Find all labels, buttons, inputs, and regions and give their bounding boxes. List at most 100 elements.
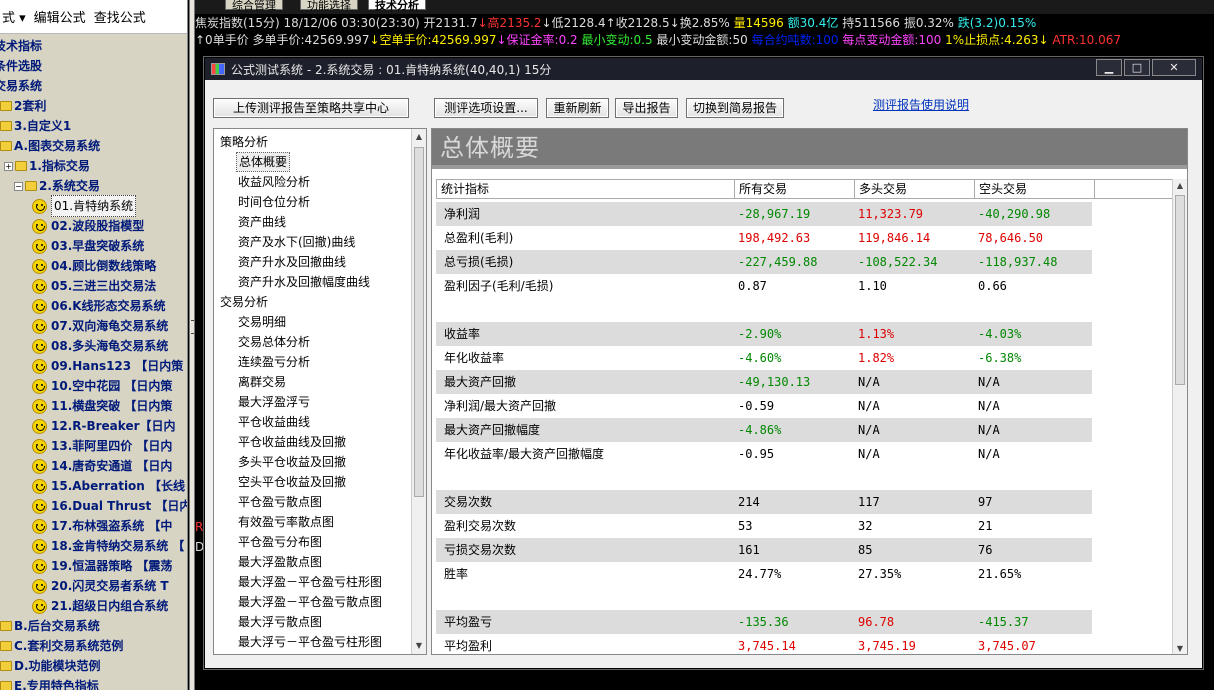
nav-item[interactable]: 交易总体分析 xyxy=(238,332,310,352)
formula-tree-item[interactable]: 14.唐奇安通道 【日内 xyxy=(32,456,172,476)
scroll-up-icon[interactable]: ▲ xyxy=(1175,181,1185,191)
close-button[interactable]: ✕ xyxy=(1152,59,1196,76)
quote-field: 每点变动金额:100 xyxy=(838,33,942,47)
formula-tree-label: 10.空中花园 【日内策 xyxy=(51,379,173,393)
upload-report-button[interactable]: 上传测评报告至策略共享中心 xyxy=(213,98,409,118)
formula-menu-item[interactable]: 查找公式 xyxy=(94,7,146,26)
formula-tree-item[interactable]: 19.恒温器策略 【震荡 xyxy=(32,556,172,576)
formula-tree-item[interactable]: 技术指标 xyxy=(0,36,42,56)
minimize-button[interactable]: ▁ xyxy=(1096,59,1122,76)
nav-item[interactable]: 交易明细 xyxy=(238,312,286,332)
nav-item[interactable]: 资产及水下(回撤)曲线 xyxy=(238,232,355,252)
formula-tree-item[interactable]: 10.空中花园 【日内策 xyxy=(32,376,172,396)
formula-tree-item[interactable]: 12.R-Breaker【日内 xyxy=(32,416,176,436)
formula-tree-item[interactable]: 03.早盘突破系统 xyxy=(32,236,144,256)
nav-item[interactable]: 最大浮盈浮亏 xyxy=(238,392,310,412)
nav-item[interactable]: 收益风险分析 xyxy=(238,172,310,192)
formula-tree-item[interactable]: 05.三进三出交易法 xyxy=(32,276,156,296)
formula-tree-item[interactable]: 02.波段股指模型 xyxy=(32,216,144,236)
nav-item[interactable]: 连续盈亏分析 xyxy=(238,352,310,372)
formula-tree-item[interactable]: 15.Aberration 【长线 xyxy=(32,476,185,496)
header-metric[interactable]: 统计指标 xyxy=(437,180,735,198)
nav-group-header[interactable]: 交易分析 xyxy=(220,292,268,312)
report-scroll-thumb[interactable] xyxy=(1175,195,1185,385)
formula-tree-item[interactable]: 3.自定义1 xyxy=(0,116,71,136)
collapse-icon[interactable]: − xyxy=(14,181,23,191)
nav-scroll-thumb[interactable] xyxy=(414,147,424,497)
formula-tree-label: D.功能模块范例 xyxy=(14,659,101,673)
formula-tree-item[interactable]: A.图表交易系统 xyxy=(0,136,100,156)
nav-item[interactable]: 平仓收益曲线及回撤 xyxy=(238,432,346,452)
formula-menu-item[interactable]: 编辑公式 xyxy=(34,7,86,26)
nav-item[interactable]: 最大浮亏散点图 xyxy=(238,612,322,632)
formula-tree-item[interactable]: 16.Dual Thrust 【日内 xyxy=(32,496,187,516)
formula-tree-item[interactable]: 09.Hans123 【日内策 xyxy=(32,356,183,376)
switch-simple-report-button[interactable]: 切换到简易报告 xyxy=(686,98,784,118)
maximize-button[interactable]: □ xyxy=(1124,59,1150,76)
nav-item[interactable]: 资产升水及回撤幅度曲线 xyxy=(238,272,370,292)
scroll-down-icon[interactable]: ▼ xyxy=(414,641,424,651)
nav-item[interactable]: 时间仓位分析 xyxy=(238,192,310,212)
quote-field: ↑收2128.5 xyxy=(605,16,670,30)
scroll-up-icon[interactable]: ▲ xyxy=(414,132,424,142)
report-help-link[interactable]: 测评报告使用说明 xyxy=(873,96,969,113)
nav-scrollbar[interactable]: ▲ ▼ xyxy=(411,129,426,654)
nav-item[interactable]: 最大浮盈散点图 xyxy=(238,552,322,572)
nav-item[interactable]: 最大浮亏－平仓盈亏柱形图 xyxy=(238,632,382,652)
nav-item[interactable]: 空头平仓收益及回撤 xyxy=(238,472,346,492)
formula-tree-item[interactable]: 08.多头海龟交易系统 xyxy=(32,336,168,356)
top-tab-2[interactable]: 技术分析 xyxy=(368,0,426,12)
formula-tree-item[interactable]: 07.双向海龟交易系统 xyxy=(32,316,168,336)
table-row: 总亏损(毛损) -227,459.88 -108,522.34 -118,937.48 xyxy=(436,250,1092,274)
refresh-button[interactable]: 重新刷新 xyxy=(546,98,609,118)
formula-tree-item[interactable]: 2套利 xyxy=(0,96,46,116)
header-short-trades[interactable]: 空头交易 xyxy=(975,180,1095,198)
scroll-down-icon[interactable]: ▼ xyxy=(1175,644,1185,654)
header-long-trades[interactable]: 多头交易 xyxy=(855,180,975,198)
formula-tree-item[interactable]: 21.超级日内组合系统 xyxy=(32,596,168,616)
metric-label: 收益率 xyxy=(444,327,481,341)
top-tab-0[interactable]: 综合管理 xyxy=(225,0,283,12)
formula-tree-label: C.套利交易系统范例 xyxy=(14,639,124,653)
nav-item[interactable]: 多头平仓收益及回撤 xyxy=(238,452,346,472)
nav-item[interactable]: 有效盈亏率散点图 xyxy=(238,512,334,532)
formula-tree-item[interactable]: 17.布林强盗系统 【中 xyxy=(32,516,172,536)
metric-label: 最大资产回撤 xyxy=(444,375,517,389)
nav-item[interactable]: 总体概要 xyxy=(236,152,291,172)
formula-tree-item[interactable]: 13.菲阿里四价 【日内 xyxy=(32,436,172,456)
nav-item[interactable]: 资产升水及回撤曲线 xyxy=(238,252,346,272)
expand-icon[interactable]: + xyxy=(4,161,13,171)
metric-value: -0.59 xyxy=(738,399,775,413)
nav-group-header[interactable]: 策略分析 xyxy=(220,132,268,152)
formula-tree-item[interactable]: 20.闪灵交易者系统 T xyxy=(32,576,169,596)
formula-tree-item[interactable]: D.功能模块范例 xyxy=(0,656,101,676)
system-smiley-icon xyxy=(32,378,47,394)
top-tab-1[interactable]: 功能选择 xyxy=(300,0,358,12)
export-report-button[interactable]: 导出报告 xyxy=(615,98,678,118)
formula-tree-item[interactable]: 01.肯特纳系统 xyxy=(32,195,137,217)
formula-tree-item[interactable]: 11.横盘突破 【日内策 xyxy=(32,396,172,416)
formula-tree-item[interactable]: C.套利交易系统范例 xyxy=(0,636,123,656)
nav-item[interactable]: 平仓盈亏散点图 xyxy=(238,492,322,512)
formula-tree-item[interactable]: +1.指标交易 xyxy=(4,156,90,176)
formula-tree-item[interactable]: 条件选股 xyxy=(0,56,42,76)
nav-item[interactable]: 离群交易 xyxy=(238,372,286,392)
report-scrollbar[interactable]: ▲ ▼ xyxy=(1172,179,1187,654)
formula-tree-item[interactable]: − 2.系统交易 xyxy=(14,176,100,196)
test-options-button[interactable]: 测评选项设置... xyxy=(434,98,538,118)
formula-tree-item[interactable]: 18.金肯特纳交易系统 【 xyxy=(32,536,184,556)
formula-menu-item[interactable]: 式 ▾ xyxy=(2,7,26,26)
nav-item[interactable]: 最大浮盈－平仓盈亏散点图 xyxy=(238,592,382,612)
formula-tree-item[interactable]: 04.顾比倒数线策略 xyxy=(32,256,156,276)
nav-item[interactable]: 资产曲线 xyxy=(238,212,286,232)
table-row: 净利润 -28,967.19 11,323.79 -40,290.98 xyxy=(436,202,1092,226)
nav-item[interactable]: 平仓盈亏分布图 xyxy=(238,532,322,552)
nav-item[interactable]: 最大浮盈－平仓盈亏柱形图 xyxy=(238,572,382,592)
formula-tree-item[interactable]: E.专用特色指标 xyxy=(0,676,99,690)
dialog-titlebar[interactable]: 公式测试系统 - 2.系统交易 : 01.肯特纳系统(40,40,1) 15分 … xyxy=(205,58,1202,80)
formula-tree-item[interactable]: 06.K线形态交易系统 xyxy=(32,296,166,316)
formula-tree-item[interactable]: 交易系统 xyxy=(0,76,42,96)
nav-item[interactable]: 平仓收益曲线 xyxy=(238,412,310,432)
header-all-trades[interactable]: 所有交易 xyxy=(735,180,855,198)
formula-tree-item[interactable]: B.后台交易系统 xyxy=(0,616,100,636)
